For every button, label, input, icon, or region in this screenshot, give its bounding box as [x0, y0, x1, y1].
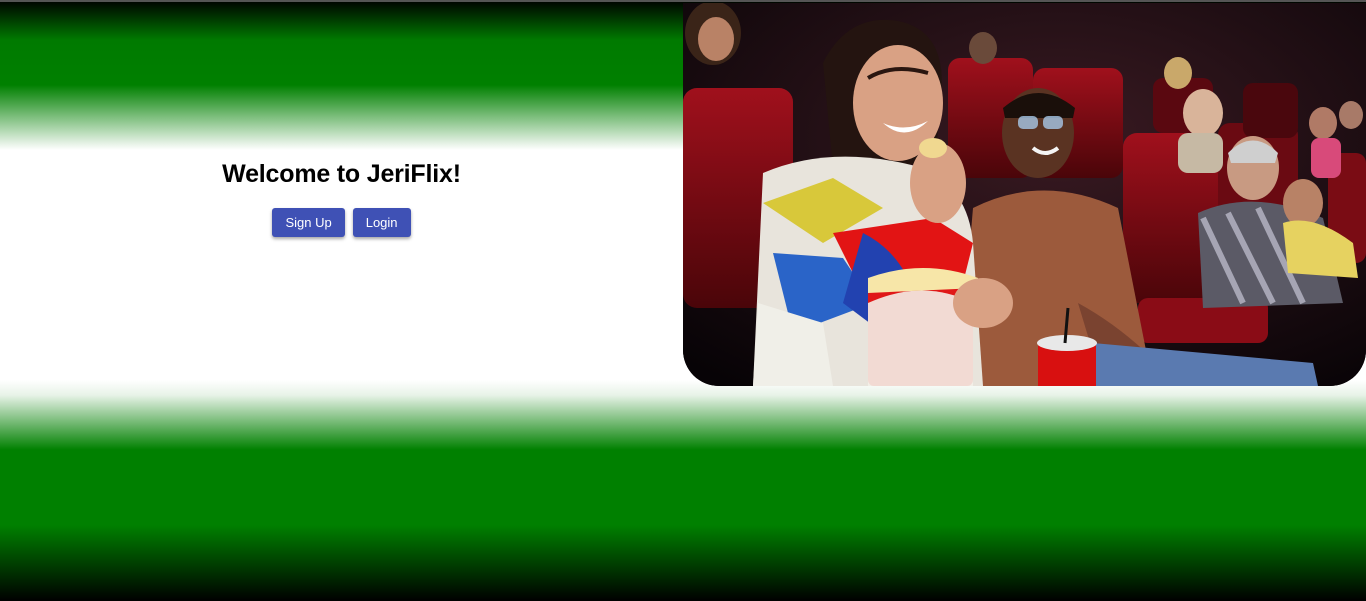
login-button[interactable]: Login	[352, 208, 411, 237]
sign-up-button[interactable]: Sign Up	[272, 208, 345, 237]
page-title: Welcome to JeriFlix!	[222, 160, 461, 188]
top-strip	[0, 0, 1366, 2]
welcome-panel: Welcome to JeriFlix! Sign Up Login	[0, 160, 683, 237]
theater-audience-illustration	[683, 3, 1366, 386]
auth-button-row: Sign Up Login	[272, 208, 411, 237]
hero-image	[683, 3, 1366, 386]
